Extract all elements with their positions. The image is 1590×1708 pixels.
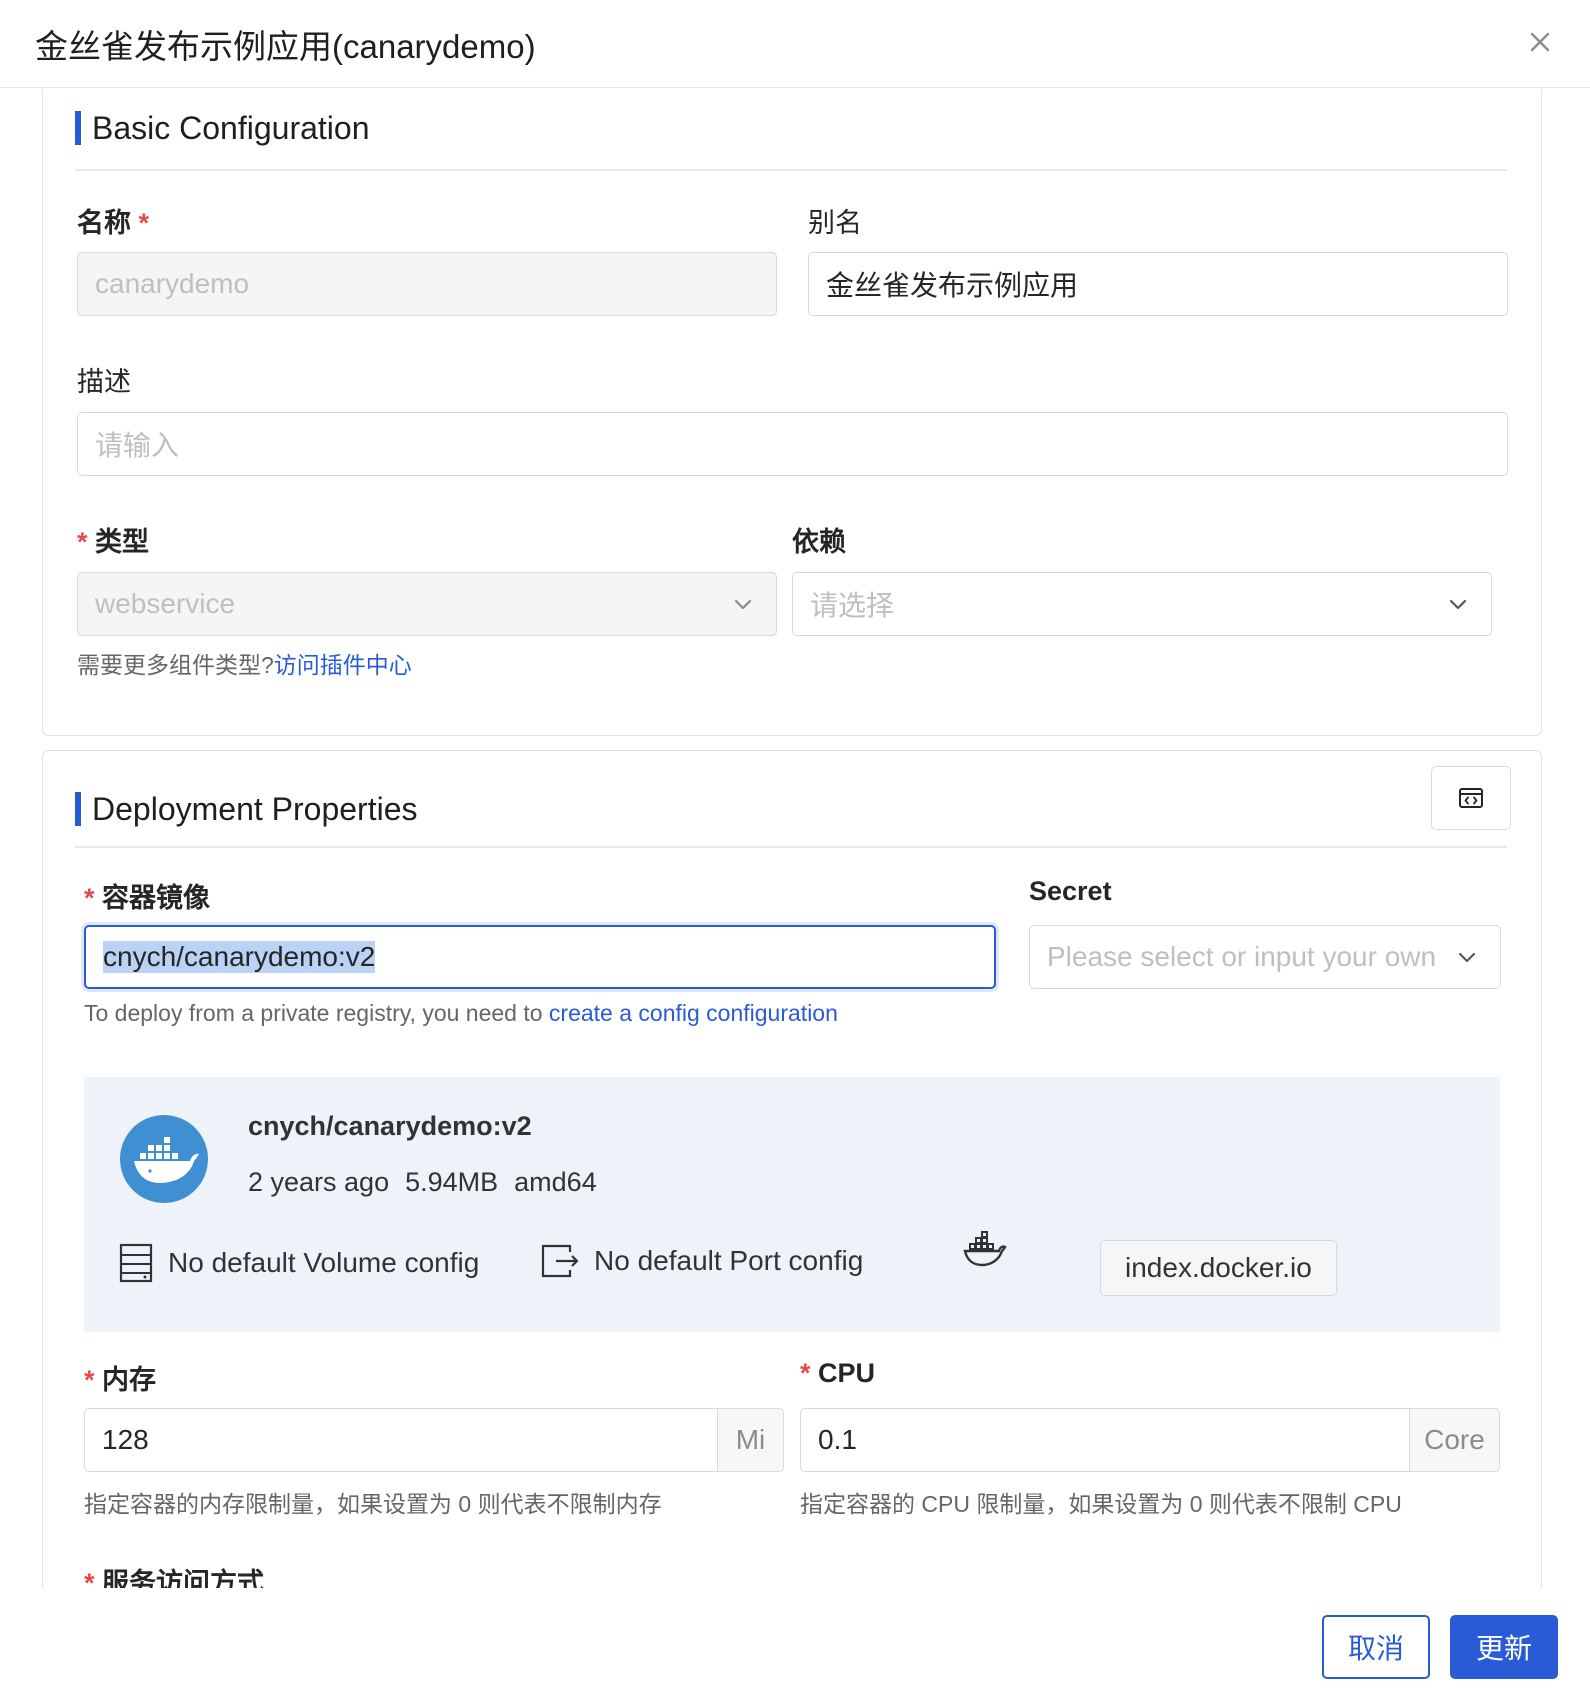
description-input[interactable]: 请输入 <box>77 412 1508 476</box>
image-input[interactable]: cnych/canarydemo:v2 <box>84 925 996 989</box>
image-info-panel: cnych/canarydemo:v2 2 years ago 5.94MB amd… <box>84 1077 1500 1332</box>
cpu-input[interactable]: 0.1 Core <box>800 1408 1500 1472</box>
registry-hint: To deploy from a private registry, you n… <box>84 1000 838 1026</box>
basic-config-title: Basic Configuration <box>75 110 369 146</box>
memory-hint: 指定容器的内存限制量，如果设置为 0 则代表不限制内存 <box>84 1491 662 1517</box>
image-size: 5.94MB <box>405 1167 499 1197</box>
deployment-card: Deployment Properties * 容器镜像 Secret cnyc… <box>42 750 1542 1589</box>
volume-config: No default Volume config <box>118 1242 479 1284</box>
update-button[interactable]: 更新 <box>1450 1615 1558 1679</box>
cpu-hint: 指定容器的 CPU 限制量，如果设置为 0 则代表不限制 CPU <box>800 1491 1402 1517</box>
description-label: 描述 <box>77 367 131 397</box>
image-meta: 2 years ago 5.94MB amd64 <box>248 1167 613 1198</box>
image-arch: amd64 <box>514 1167 597 1197</box>
docker-logo-icon <box>120 1115 208 1203</box>
close-icon[interactable] <box>1520 22 1560 62</box>
dialog-header: 金丝雀发布示例应用(canarydemo) <box>0 0 1590 88</box>
memory-unit: Mi <box>717 1409 783 1471</box>
memory-label: * 内存 <box>84 1365 157 1395</box>
chevron-down-icon <box>1449 599 1467 610</box>
chevron-down-icon <box>734 599 752 610</box>
volume-icon <box>119 1243 153 1283</box>
type-hint: 需要更多组件类型?访问插件中心 <box>77 652 412 678</box>
name-label: 名称 * <box>77 208 150 238</box>
type-label: * 类型 <box>77 527 150 557</box>
registry-tag: index.docker.io <box>1100 1240 1337 1296</box>
dialog-title: 金丝雀发布示例应用(canarydemo) <box>35 28 536 65</box>
type-select[interactable]: webservice <box>77 572 777 636</box>
dialog-footer: 取消 更新 <box>0 1588 1590 1708</box>
memory-input[interactable]: 128 Mi <box>84 1408 784 1472</box>
cancel-button[interactable]: 取消 <box>1322 1615 1430 1679</box>
docker-registry-icon <box>963 1231 1007 1267</box>
port-icon <box>541 1244 579 1278</box>
name-input[interactable]: canarydemo <box>77 252 777 316</box>
secret-label: Secret <box>1029 876 1112 906</box>
alias-input[interactable]: 金丝雀发布示例应用 <box>808 252 1508 316</box>
alias-label: 别名 <box>808 208 862 238</box>
image-name: cnych/canarydemo:v2 <box>248 1111 532 1141</box>
code-icon <box>1459 788 1483 808</box>
divider <box>75 846 1507 848</box>
create-config-link[interactable]: create a config configuration <box>549 1000 838 1026</box>
depends-label: 依赖 <box>792 527 846 557</box>
image-label: * 容器镜像 <box>84 883 211 913</box>
depends-select[interactable]: 请选择 <box>792 572 1492 636</box>
image-age: 2 years ago <box>248 1167 390 1197</box>
service-access-label: * 服务访问方式 <box>84 1568 265 1589</box>
basic-config-card: Basic Configuration 名称 * 别名 canarydemo 金… <box>42 89 1542 736</box>
plugin-center-link[interactable]: 访问插件中心 <box>274 652 412 678</box>
secret-select[interactable]: Please select or input your owne <box>1029 925 1501 989</box>
cpu-unit: Core <box>1409 1409 1499 1471</box>
dialog-body[interactable]: Basic Configuration 名称 * 别名 canarydemo 金… <box>0 89 1590 1589</box>
divider <box>75 169 1507 171</box>
code-view-button[interactable] <box>1431 766 1511 830</box>
deployment-title: Deployment Properties <box>75 791 417 827</box>
port-config: No default Port config <box>540 1242 863 1280</box>
chevron-down-icon <box>1458 952 1476 963</box>
cpu-label: * CPU <box>800 1358 876 1388</box>
